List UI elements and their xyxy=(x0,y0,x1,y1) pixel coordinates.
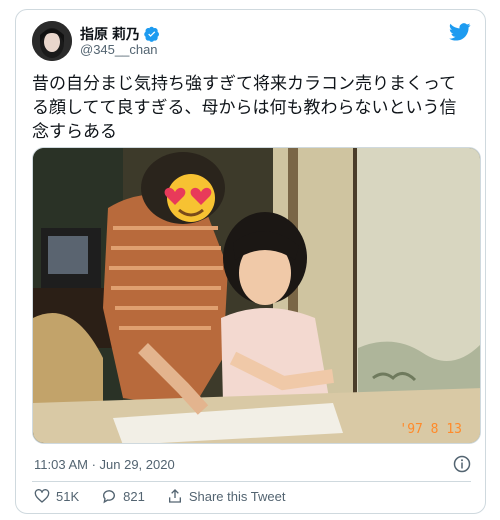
like-count: 51K xyxy=(56,488,80,504)
tweet-card: 指原 莉乃 @345__chan 昔の自分まじ気持ち強すぎて将来カラコン売りまく… xyxy=(15,9,486,514)
heart-icon xyxy=(34,489,50,503)
info-icon[interactable] xyxy=(453,455,471,473)
tweet-text: 昔の自分まじ気持ち強すぎて将来カラコン売りまくってる顔してて良すぎる、母からは何… xyxy=(32,74,457,142)
avatar-image xyxy=(32,21,72,61)
like-button[interactable]: 51K xyxy=(34,488,79,504)
tweet-photo[interactable]: '97 8 13 xyxy=(32,147,481,444)
divider xyxy=(32,481,471,482)
reply-button[interactable]: 821 xyxy=(101,488,145,504)
display-name[interactable]: 指原 莉乃 xyxy=(80,24,140,44)
family-photo xyxy=(33,148,480,443)
twitter-bird-icon[interactable] xyxy=(449,23,471,41)
share-icon xyxy=(168,489,181,503)
tweet-timestamp[interactable]: 11:03 AM · Jun 29, 2020 xyxy=(34,457,175,472)
author-name-row[interactable]: 指原 莉乃 xyxy=(80,24,160,44)
photo-date-stamp: '97 8 13 xyxy=(399,422,462,437)
reply-icon xyxy=(103,490,116,504)
user-handle[interactable]: @345__chan xyxy=(80,42,158,57)
tweet-actions: 51K 821 Share this Tweet xyxy=(34,488,307,504)
share-button[interactable]: Share this Tweet xyxy=(167,488,286,504)
share-label: Share this Tweet xyxy=(188,488,286,504)
verified-badge-icon xyxy=(144,26,159,42)
reply-count: 821 xyxy=(123,488,145,504)
avatar[interactable] xyxy=(32,21,72,61)
